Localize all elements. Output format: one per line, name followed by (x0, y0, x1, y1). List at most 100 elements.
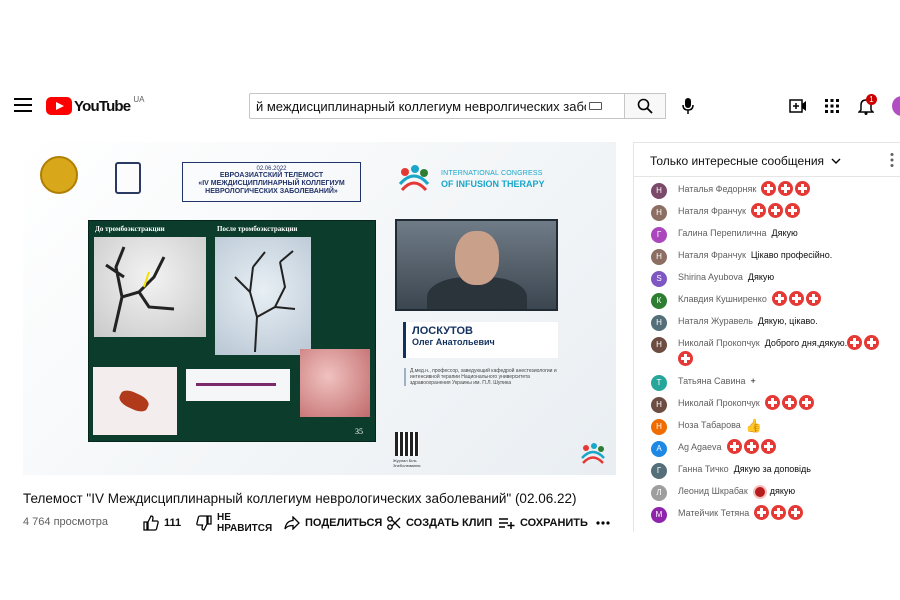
voice-search-button[interactable] (676, 94, 700, 118)
chat-message-text: + (750, 376, 756, 386)
menu-icon[interactable] (14, 98, 32, 112)
keyboard-icon[interactable] (589, 102, 602, 110)
chat-message: Л Леонид Шкрабак дякую (634, 483, 900, 505)
playlist-add-icon (499, 518, 515, 529)
more-actions-button[interactable] (596, 512, 615, 534)
view-count: 4 764 просмотра (23, 516, 108, 528)
chat-author-name[interactable]: Матейчик Тетяна (678, 508, 749, 518)
dislike-button[interactable]: НЕ НРАВИТСЯ (196, 512, 272, 534)
stent-retriever-image (186, 369, 290, 401)
chat-author-avatar[interactable]: Г (651, 227, 667, 243)
save-label: СОХРАНИТЬ (520, 517, 588, 529)
chat-filter-dropdown[interactable]: Только интересные сообщения (650, 154, 841, 168)
search-icon (637, 98, 653, 114)
red-cross-heart-icon (750, 203, 766, 219)
chat-author-avatar[interactable]: Т (651, 375, 667, 391)
red-cross-heart-icon (805, 291, 821, 307)
chat-author-avatar[interactable]: S (651, 271, 667, 287)
notifications-button[interactable]: 1 (855, 94, 877, 117)
search-button[interactable] (624, 93, 666, 119)
top-bar: YouTube UA 1 (0, 86, 900, 126)
chat-header: Только интересные сообщения (634, 143, 900, 177)
chat-author-avatar[interactable]: Н (651, 419, 667, 435)
thumbs-up-icon (143, 515, 159, 531)
youtube-logo[interactable]: YouTube UA (46, 94, 145, 116)
save-button[interactable]: СОХРАНИТЬ (499, 512, 588, 534)
chat-message-text: дякую (769, 486, 796, 496)
chat-author-name[interactable]: Ноза Табарова (678, 420, 741, 430)
custom-emoji-icon (752, 484, 767, 499)
congress-small-logo-icon (581, 443, 605, 464)
clot-sample-image (93, 367, 177, 435)
clip-button[interactable]: СОЗДАТЬ КЛИП (387, 512, 492, 534)
chat-message-text: Дякую, цікаво. (757, 316, 818, 326)
chat-author-avatar[interactable]: Н (651, 205, 667, 221)
chat-author-name[interactable]: Клавдия Кушниренко (678, 294, 767, 304)
red-cross-heart-icon (760, 439, 776, 455)
chat-author-avatar[interactable]: Л (651, 485, 667, 501)
chat-message: A Ag Agaeva (634, 439, 900, 461)
notification-badge: 1 (866, 94, 877, 105)
chat-message: Н Ноза Табарова 👍 (634, 417, 900, 439)
speaker-webcam (395, 219, 558, 311)
chat-author-name[interactable]: Наталя Франчук (678, 206, 746, 216)
chat-author-avatar[interactable]: Н (651, 397, 667, 413)
apps-button[interactable] (821, 95, 843, 117)
share-button[interactable]: ПОДЕЛИТЬСЯ (284, 512, 382, 534)
chat-author-name[interactable]: Леонид Шкрабак (678, 486, 748, 496)
speaker-surname: ЛОСКУТОВ (412, 325, 473, 337)
tissue-sample-image (300, 349, 370, 417)
chat-author-name[interactable]: Николай Прокопчук (678, 338, 760, 348)
chat-author-avatar[interactable]: К (651, 293, 667, 309)
live-chat-panel: Только интересные сообщения Н Наталья Фед… (633, 142, 900, 532)
chat-author-name[interactable]: Ag Agaeva (678, 442, 722, 452)
chat-filter-label: Только интересные сообщения (650, 154, 825, 168)
chat-author-name[interactable]: Наталя Журавель (678, 316, 753, 326)
chat-author-name[interactable]: Ганна Тичко (678, 464, 729, 474)
chat-author-avatar[interactable]: Н (651, 183, 667, 199)
red-cross-heart-icon (771, 291, 787, 307)
chat-author-avatar[interactable]: Н (651, 315, 667, 331)
chat-author-name[interactable]: Галина Перепилична (678, 228, 766, 238)
like-button[interactable]: 111 (143, 512, 181, 534)
account-avatar[interactable] (892, 96, 900, 116)
chat-author-name[interactable]: Татьяна Савина (678, 376, 745, 386)
chat-author-name[interactable]: Николай Прокопчук (678, 398, 760, 408)
more-horizontal-icon (596, 521, 610, 525)
chat-menu-icon[interactable] (890, 152, 894, 168)
red-cross-heart-icon (847, 335, 863, 351)
speaker-name-box: ЛОСКУТОВ Олег Анатольевич (403, 322, 558, 358)
chat-message-text: Дякую (771, 228, 798, 238)
university-emblem (40, 156, 78, 194)
chat-author-name[interactable]: Наталья Федорняк (678, 184, 756, 194)
telemost-line3: НЕВРОЛОГИЧЕСКИХ ЗАБОЛЕВАНИЙ» (205, 188, 338, 195)
chat-message: Н Наталя Франчук (634, 203, 900, 225)
chat-author-avatar[interactable]: Н (651, 249, 667, 265)
association-emblem (115, 162, 141, 194)
chat-message: Н Наталя Журавель Дякую, цікаво. (634, 313, 900, 335)
chat-message: Г Галина Перепилична Дякую (634, 225, 900, 247)
chat-message: М Матейчик Тетяна (634, 505, 900, 527)
chat-author-avatar[interactable]: Н (651, 337, 667, 353)
chat-author-name[interactable]: Shirina Ayubova (678, 272, 743, 282)
congress-line2: OF INFUSION THERAPY (441, 179, 545, 189)
video-player[interactable]: 02.06.2022 ЕВРОАЗИАТСКИЙ ТЕЛЕМОСТ «IV МЕ… (23, 142, 616, 475)
create-button[interactable] (787, 95, 809, 117)
telemost-title-box: 02.06.2022 ЕВРОАЗИАТСКИЙ ТЕЛЕМОСТ «IV МЕ… (182, 162, 361, 202)
qr-caption: Журнал Біль Знеболювання (393, 458, 421, 468)
red-cross-heart-icon (781, 395, 797, 411)
search-input[interactable] (256, 98, 586, 114)
region-code: UA (133, 94, 145, 104)
red-cross-heart-icon (764, 395, 780, 411)
chevron-down-icon (831, 158, 841, 164)
chat-author-name[interactable]: Наталя Франчук (678, 250, 746, 260)
chat-author-avatar[interactable]: A (651, 441, 667, 457)
chat-message-text: Дякую (747, 272, 775, 282)
speaker-bio: Д.мед.н., профессор, заведующий кафедрой… (404, 368, 559, 386)
chat-author-avatar[interactable]: М (651, 507, 667, 523)
red-cross-heart-icon (767, 203, 783, 219)
chat-author-avatar[interactable]: Г (651, 463, 667, 479)
slide-number: 35 (355, 427, 363, 436)
before-caption: До тромбоэкстракции (95, 225, 165, 233)
red-cross-heart-icon (788, 291, 804, 307)
